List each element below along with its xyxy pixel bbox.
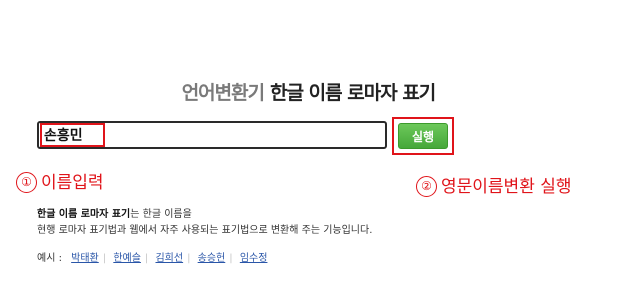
separator: | — [144, 253, 149, 264]
annotation-step-1: ① 이름입력 — [16, 168, 104, 193]
step-1-number: ① — [16, 172, 37, 193]
run-button[interactable]: 실행 — [398, 123, 448, 149]
step-1-text: 이름입력 — [41, 173, 104, 193]
description-bold: 한글 이름 로마자 표기 — [37, 209, 131, 220]
step-2-number: ② — [416, 176, 437, 197]
description: 한글 이름 로마자 표기는 한글 이름을 현행 로마자 표기법과 웹에서 자주 … — [37, 207, 372, 239]
example-link[interactable]: 박태환 — [71, 253, 99, 264]
example-link[interactable]: 송승헌 — [198, 253, 226, 264]
separator: | — [229, 253, 233, 264]
example-link[interactable]: 임수정 — [240, 253, 268, 264]
description-line-1-rest: 는 한글 이름을 — [130, 209, 192, 220]
separator: | — [187, 253, 191, 264]
page-title: 언어변환기 한글 이름 로마자 표기 — [0, 78, 617, 105]
annotation-step-2: ② 영문이름변환 실행 — [416, 172, 572, 197]
examples: 예시 : 박태환 | 한예슬 | 김희선 | 송승헌 | 임수정 — [37, 249, 267, 264]
search-input-box — [37, 121, 387, 149]
separator: | — [102, 253, 107, 264]
examples-label: 예시 : — [37, 253, 62, 264]
description-line-2: 현행 로마자 표기법과 웹에서 자주 사용되는 표기법으로 변환해 주는 기능입… — [37, 225, 373, 236]
service-name: 언어변환기 — [181, 82, 265, 104]
example-link[interactable]: 한예슬 — [113, 253, 141, 264]
description-line-1: 한글 이름 로마자 표기는 한글 이름을 — [37, 207, 372, 223]
step-2-text: 영문이름변환 실행 — [441, 177, 572, 197]
example-link[interactable]: 김희선 — [155, 253, 183, 264]
tool-name: 한글 이름 로마자 표기 — [270, 82, 436, 104]
name-input[interactable] — [42, 124, 374, 146]
